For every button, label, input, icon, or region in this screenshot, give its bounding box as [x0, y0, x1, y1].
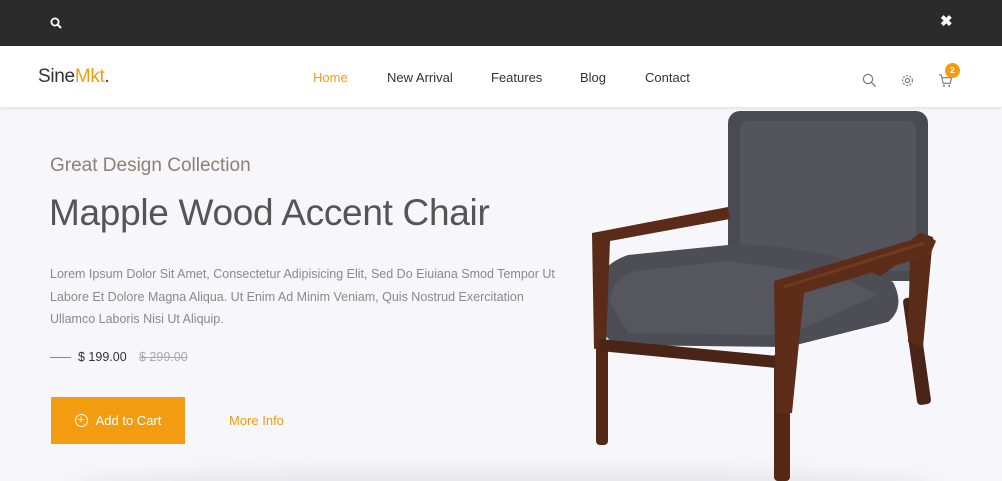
hero-subtitle: Great Design Collection — [50, 155, 251, 176]
more-info-link[interactable]: More Info — [229, 413, 284, 428]
current-price: $ 199.00 — [78, 350, 127, 364]
search-icon[interactable] — [860, 71, 878, 89]
nav-home[interactable]: Home — [313, 70, 348, 85]
gear-icon[interactable] — [898, 71, 916, 89]
chair-product-image — [592, 111, 936, 481]
nav-features[interactable]: Features — [491, 70, 542, 85]
search-icon[interactable] — [48, 15, 64, 31]
cart-count-badge: 2 — [945, 63, 960, 78]
close-icon[interactable]: ✖ — [940, 14, 953, 30]
nav-blog[interactable]: Blog — [580, 70, 606, 85]
add-to-cart-button[interactable]: + Add to Cart — [51, 397, 185, 444]
nav-new-arrival[interactable]: New Arrival — [387, 70, 453, 85]
add-to-cart-label: Add to Cart — [95, 413, 162, 428]
hero-title: Mapple Wood Accent Chair — [49, 192, 490, 233]
hero-description: Lorem Ipsum Dolor Sit Amet, Consectetur … — [50, 267, 555, 326]
logo[interactable]: SineMkt. — [38, 66, 110, 88]
plus-circle-icon: + — [74, 414, 88, 427]
top-bar: ✖ — [0, 0, 1002, 46]
price-divider — [50, 357, 71, 358]
site-header: SineMkt. Home New Arrival Features Blog … — [0, 46, 1002, 107]
nav-contact[interactable]: Contact — [645, 70, 690, 85]
old-price: $ 299.00 — [139, 350, 188, 364]
